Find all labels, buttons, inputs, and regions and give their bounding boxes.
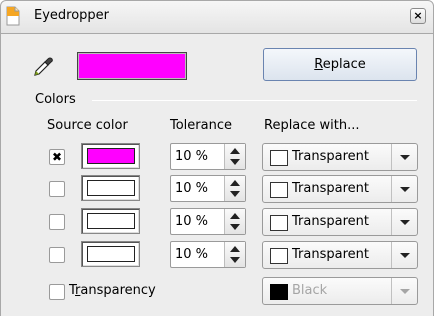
spin-down-icon[interactable]	[230, 191, 240, 197]
chevron-down-icon	[400, 187, 410, 192]
spin-buttons[interactable]	[224, 242, 245, 267]
window-title: Eyedropper	[34, 8, 110, 23]
source-checkbox-3[interactable]	[49, 214, 65, 230]
color-preview	[77, 52, 187, 80]
replace-with-dropdown-2[interactable]: Transparent	[262, 175, 418, 203]
tolerance-value: 10 %	[175, 247, 209, 262]
colors-section-label: Colors	[35, 92, 76, 107]
replace-button[interactable]: Replace	[263, 48, 417, 81]
source-color-swatch-2[interactable]	[81, 175, 140, 201]
spin-up-icon[interactable]	[230, 246, 240, 252]
transparency-label-post: ansparency	[80, 283, 156, 298]
source-color-swatch-1[interactable]	[81, 143, 140, 169]
header-replace-with: Replace with...	[264, 118, 360, 133]
tolerance-value: 10 %	[175, 214, 209, 229]
replace-color-swatch	[270, 182, 288, 198]
source-color-fill	[87, 148, 135, 164]
transparency-label[interactable]: Transparency	[69, 283, 156, 298]
spin-buttons[interactable]	[224, 144, 245, 169]
source-color-fill	[87, 180, 135, 196]
replace-color-swatch	[270, 248, 288, 264]
section-divider	[92, 100, 417, 101]
replace-value: Transparent	[292, 149, 369, 164]
replace-with-dropdown-1[interactable]: Transparent	[262, 143, 418, 171]
spin-down-icon[interactable]	[230, 224, 240, 230]
source-checkbox-4[interactable]	[49, 247, 65, 263]
replace-label-rest: eplace	[322, 57, 366, 72]
dropdown-button[interactable]	[391, 144, 417, 170]
spin-down-icon[interactable]	[230, 257, 240, 263]
source-color-fill	[87, 213, 135, 229]
dropdown-button[interactable]	[391, 176, 417, 202]
chevron-down-icon	[400, 253, 410, 258]
spin-buttons[interactable]	[224, 176, 245, 201]
app-icon	[4, 6, 22, 26]
dropdown-button[interactable]	[391, 242, 417, 268]
chevron-down-icon	[400, 220, 410, 225]
tolerance-spin-1[interactable]: 10 %	[170, 143, 246, 170]
chevron-down-icon	[400, 289, 410, 294]
chevron-down-icon	[400, 155, 410, 160]
spin-up-icon[interactable]	[230, 148, 240, 154]
eyedropper-icon[interactable]	[32, 56, 54, 78]
transparency-checkbox[interactable]	[49, 284, 65, 300]
replace-with-dropdown-4[interactable]: Transparent	[262, 241, 418, 269]
source-color-fill	[87, 246, 135, 262]
tolerance-spin-4[interactable]: 10 %	[170, 241, 246, 268]
tolerance-spin-2[interactable]: 10 %	[170, 175, 246, 202]
transparency-color-dropdown: Black	[262, 277, 418, 305]
source-checkbox-1[interactable]: ✖	[49, 149, 65, 165]
replace-with-dropdown-3[interactable]: Transparent	[262, 208, 418, 236]
spin-down-icon[interactable]	[230, 159, 240, 165]
close-icon[interactable]: ×	[410, 8, 426, 24]
spin-buttons[interactable]	[224, 209, 245, 234]
spin-up-icon[interactable]	[230, 213, 240, 219]
black-swatch	[270, 284, 288, 300]
replace-value: Transparent	[292, 181, 369, 196]
replace-color-swatch	[270, 215, 288, 231]
header-source-color: Source color	[47, 118, 128, 133]
transparency-color-value: Black	[292, 283, 328, 298]
dropdown-button	[391, 278, 417, 304]
window-frame-right	[433, 34, 434, 316]
header-tolerance: Tolerance	[170, 118, 232, 133]
tolerance-value: 10 %	[175, 149, 209, 164]
tolerance-spin-3[interactable]: 10 %	[170, 208, 246, 235]
tolerance-value: 10 %	[175, 181, 209, 196]
replace-mnemonic: R	[314, 57, 323, 72]
window-frame-left	[0, 34, 1, 316]
replace-value: Transparent	[292, 247, 369, 262]
source-color-swatch-3[interactable]	[81, 208, 140, 234]
source-checkbox-2[interactable]	[49, 181, 65, 197]
spin-up-icon[interactable]	[230, 180, 240, 186]
replace-color-swatch	[270, 150, 288, 166]
dropdown-button[interactable]	[391, 209, 417, 235]
source-color-swatch-4[interactable]	[81, 241, 140, 267]
replace-value: Transparent	[292, 214, 369, 229]
